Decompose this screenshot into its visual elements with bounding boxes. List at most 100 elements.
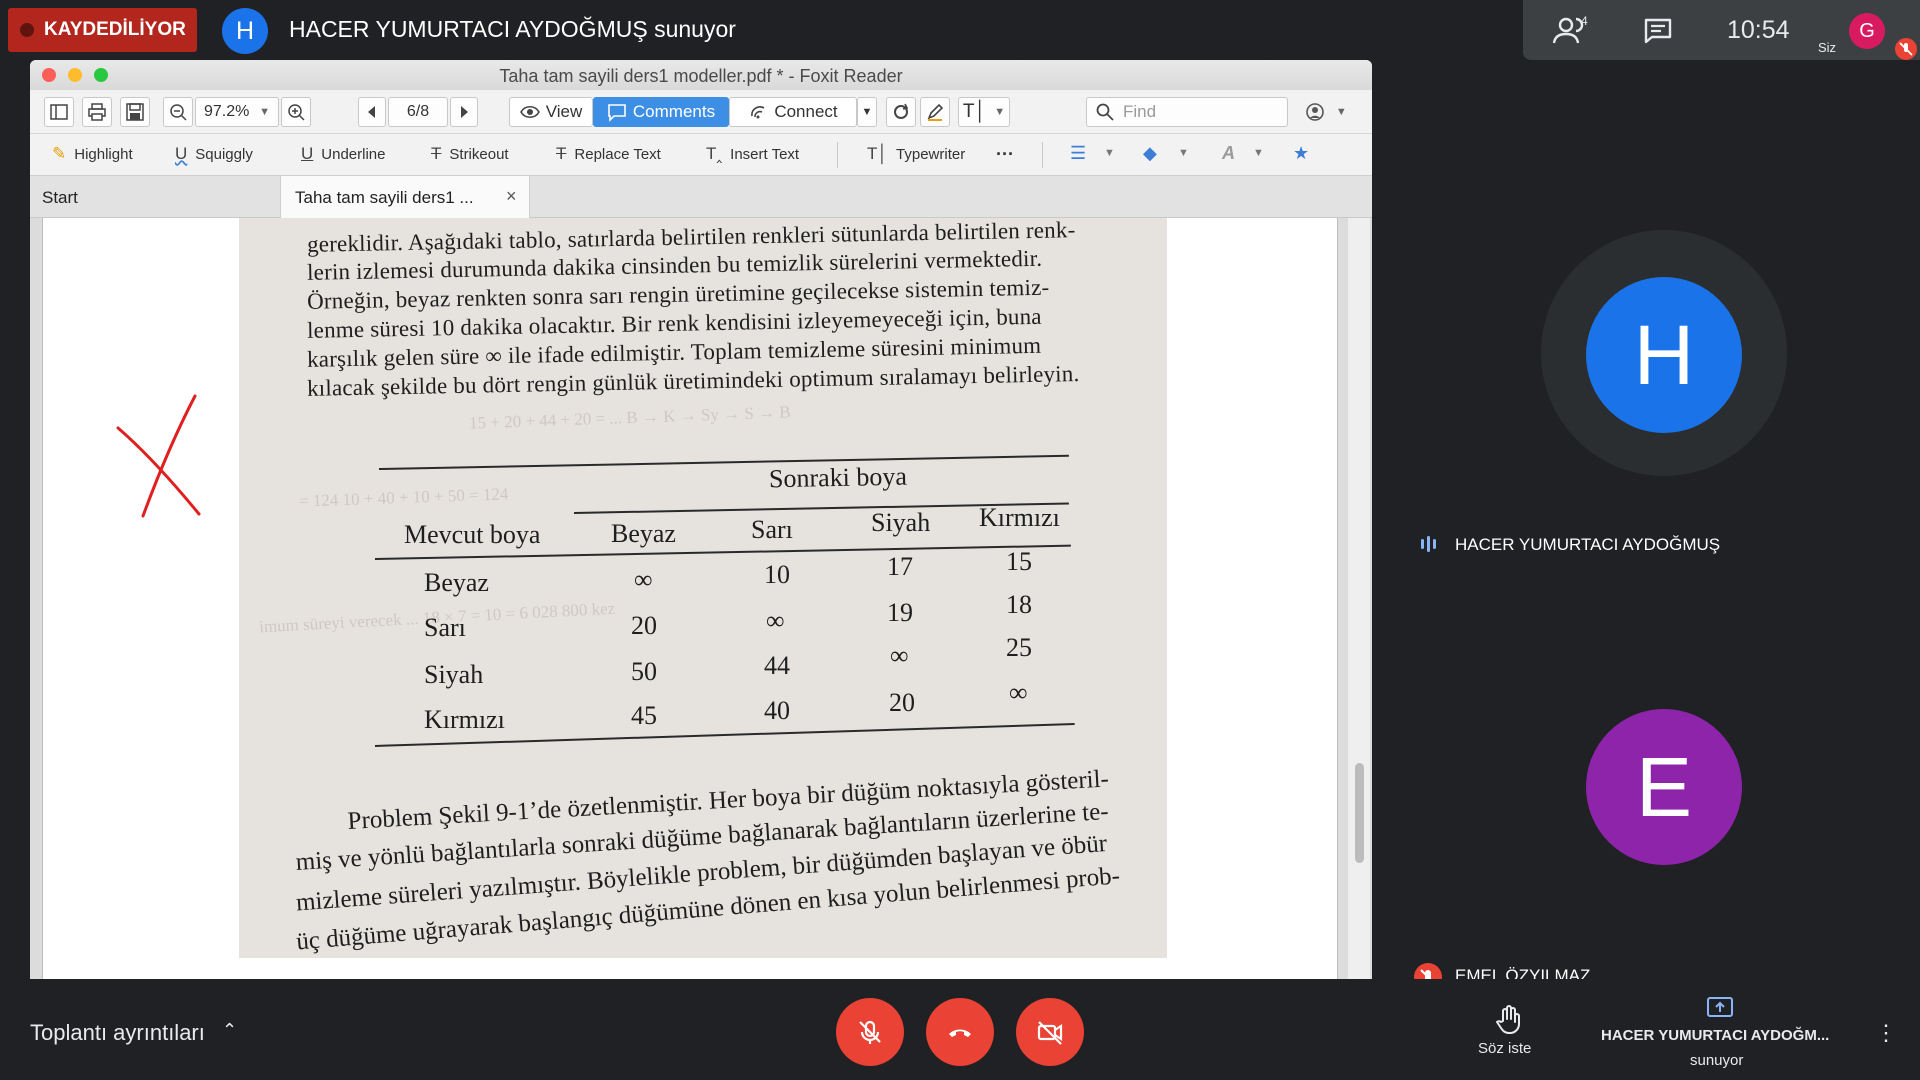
squiggly-icon: U bbox=[175, 144, 188, 163]
microphone-toggle-button[interactable] bbox=[836, 998, 904, 1066]
next-page-button[interactable] bbox=[450, 97, 478, 127]
table-top-rule bbox=[378, 454, 1069, 470]
pdf-page: 15 + 20 + 44 + 20 = ... B → K → Sy → S →… bbox=[42, 218, 1338, 980]
presenter-avatar: H bbox=[222, 8, 268, 54]
toolbar-divider bbox=[1042, 142, 1043, 168]
line-style-icon[interactable]: ☰ bbox=[1070, 143, 1086, 164]
tool-label: Strikeout bbox=[449, 145, 509, 163]
page-indicator[interactable]: 6/8 bbox=[388, 97, 448, 127]
more-tools-icon[interactable]: ··· bbox=[996, 144, 1014, 165]
more-options-icon[interactable]: ⋮ bbox=[1875, 1020, 1897, 1046]
typewriter-icon: T│ bbox=[867, 144, 889, 163]
connect-dropdown-chevron-icon[interactable]: ▼ bbox=[857, 97, 877, 127]
clock: 10:54 bbox=[1727, 16, 1790, 44]
fill-color-icon[interactable]: ◆ bbox=[1143, 143, 1157, 164]
tool-label: Insert Text bbox=[730, 145, 800, 163]
pen-icon[interactable] bbox=[920, 97, 950, 127]
raise-hand-label: Söz iste bbox=[1478, 1040, 1532, 1057]
squiggly-tool[interactable]: U Squiggly bbox=[175, 144, 253, 164]
row-label: Siyah bbox=[424, 660, 484, 689]
font-style-icon[interactable]: A bbox=[1222, 143, 1235, 164]
table-cell: 44 bbox=[764, 651, 790, 680]
save-icon[interactable] bbox=[120, 97, 150, 127]
participant-avatar-h[interactable]: H bbox=[1586, 277, 1742, 433]
table-cell: ∞ bbox=[634, 565, 653, 594]
table-cell: 25 bbox=[1006, 633, 1032, 662]
tab-start[interactable]: Start bbox=[42, 188, 78, 208]
recording-badge: KAYDEDİLİYOR bbox=[8, 8, 197, 52]
row-header: Mevcut boya bbox=[404, 520, 541, 549]
comment-toolbar: ✎ Highlight U Squiggly U Underline T Strikeo… bbox=[30, 134, 1372, 176]
tool-label: Highlight bbox=[74, 145, 133, 163]
text-tool-button[interactable]: T│ ▼ bbox=[958, 97, 1010, 127]
close-tab-icon[interactable]: × bbox=[506, 186, 517, 207]
raise-hand-icon[interactable] bbox=[1493, 1003, 1525, 1035]
sidebar-toggle-icon[interactable] bbox=[44, 97, 74, 127]
comments-tab[interactable]: Comments bbox=[593, 97, 729, 127]
print-icon[interactable] bbox=[82, 97, 112, 127]
eye-icon bbox=[519, 105, 540, 119]
table-cell: ∞ bbox=[1009, 678, 1028, 707]
view-tab[interactable]: View bbox=[509, 97, 593, 127]
strikeout-tool[interactable]: T Strikeout bbox=[431, 144, 509, 164]
table-cell: 40 bbox=[764, 696, 790, 725]
leave-call-button[interactable] bbox=[926, 998, 994, 1066]
red-cross-annotation-icon bbox=[116, 394, 201, 518]
chat-icon[interactable] bbox=[1643, 17, 1673, 45]
chevron-up-icon[interactable]: ⌃ bbox=[222, 1020, 237, 1041]
participant-avatar-e[interactable]: E bbox=[1586, 709, 1742, 865]
self-label: Siz bbox=[1818, 40, 1837, 55]
column-header: Beyaz bbox=[611, 519, 676, 548]
comments-label: Comments bbox=[632, 102, 716, 121]
column-header: Sarı bbox=[751, 515, 793, 544]
self-avatar[interactable]: G bbox=[1849, 13, 1885, 49]
row-label: Sarı bbox=[424, 613, 466, 642]
tool-label: Squiggly bbox=[195, 145, 253, 163]
table-cell: 15 bbox=[1006, 547, 1032, 576]
vertical-scrollbar[interactable] bbox=[1348, 218, 1370, 980]
highlight-tool[interactable]: ✎ Highlight bbox=[52, 144, 133, 164]
table-cell: 20 bbox=[889, 688, 915, 717]
connect-tab[interactable]: Connect bbox=[729, 97, 857, 127]
chevron-down-icon[interactable]: ▼ bbox=[1104, 147, 1115, 159]
insert-text-tool[interactable]: T‸ Insert Text bbox=[706, 144, 799, 164]
scanned-page-photo: 15 + 20 + 44 + 20 = ... B → K → Sy → S →… bbox=[239, 218, 1167, 958]
typewriter-tool[interactable]: T│ Typewriter bbox=[867, 144, 965, 164]
find-input[interactable]: Find bbox=[1086, 97, 1288, 127]
tab-document-label: Taha tam sayili ders1 ... bbox=[295, 188, 474, 207]
previous-page-button[interactable] bbox=[358, 97, 386, 127]
zoom-out-icon[interactable] bbox=[163, 97, 193, 127]
insert-text-icon: T‸ bbox=[706, 144, 723, 163]
pin-icon[interactable]: ★ bbox=[1293, 143, 1309, 164]
replace-text-tool[interactable]: T Replace Text bbox=[556, 144, 661, 164]
table-cell: 50 bbox=[631, 657, 657, 686]
comment-icon bbox=[608, 104, 626, 122]
account-button[interactable]: ▼ bbox=[1300, 97, 1352, 127]
tab-document[interactable]: Taha tam sayili ders1 ... × bbox=[280, 176, 530, 218]
meeting-details-button[interactable]: Toplantı ayrıntıları bbox=[30, 1020, 205, 1046]
tool-label: Replace Text bbox=[574, 145, 661, 163]
document-viewport[interactable]: 15 + 20 + 44 + 20 = ... B → K → Sy → S →… bbox=[30, 218, 1372, 980]
find-placeholder: Find bbox=[1123, 102, 1157, 121]
zoom-select[interactable]: 97.2% ▼ bbox=[195, 97, 279, 127]
group-header: Sonraki boya bbox=[768, 461, 908, 494]
people-count: 4 bbox=[1581, 14, 1588, 28]
present-screen-icon[interactable] bbox=[1706, 996, 1734, 1022]
bleed-through: 15 + 20 + 44 + 20 = ... B → K → Sy → S →… bbox=[468, 402, 791, 433]
table-cell: 18 bbox=[1006, 590, 1032, 619]
chevron-down-icon[interactable]: ▼ bbox=[1253, 147, 1264, 159]
underline-tool[interactable]: U Underline bbox=[301, 144, 386, 164]
underline-icon: U bbox=[301, 144, 314, 163]
table-cell: 19 bbox=[887, 598, 913, 627]
table-cell: ∞ bbox=[766, 606, 785, 635]
scrollbar-thumb[interactable] bbox=[1355, 763, 1364, 863]
recording-label: KAYDEDİLİYOR bbox=[44, 19, 186, 40]
zoom-in-icon[interactable] bbox=[281, 97, 311, 127]
highlighter-icon: ✎ bbox=[52, 144, 67, 163]
chevron-down-icon[interactable]: ▼ bbox=[1178, 147, 1189, 159]
camera-toggle-button[interactable] bbox=[1016, 998, 1084, 1066]
chevron-down-icon: ▼ bbox=[994, 106, 1006, 118]
rotate-icon[interactable] bbox=[886, 97, 916, 127]
presenter-title: HACER YUMURTACI AYDOĞMUŞ sunuyor bbox=[289, 16, 736, 42]
mic-off-icon bbox=[859, 1020, 881, 1044]
